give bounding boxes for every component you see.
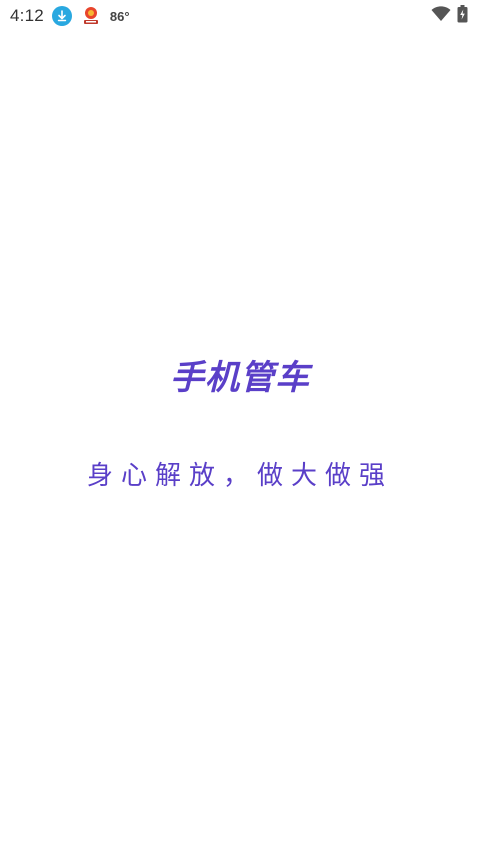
status-right	[431, 5, 468, 27]
wifi-icon	[431, 6, 451, 26]
status-time: 4:12	[10, 6, 44, 25]
status-temperature: 86°	[109, 8, 130, 24]
status-left: 4:12 86°	[10, 5, 130, 27]
app-title: 手机管车	[170, 358, 310, 398]
download-icon	[51, 6, 72, 26]
battery-charging-icon	[457, 5, 468, 27]
splash-screen: 4:12 86° 手机管车 身心解放，做大做强	[0, 0, 480, 854]
app-slogan: 身心解放，做大做强	[86, 461, 393, 491]
status-bar: 4:12 86°	[0, 0, 480, 32]
app-notification-icon	[80, 5, 102, 27]
